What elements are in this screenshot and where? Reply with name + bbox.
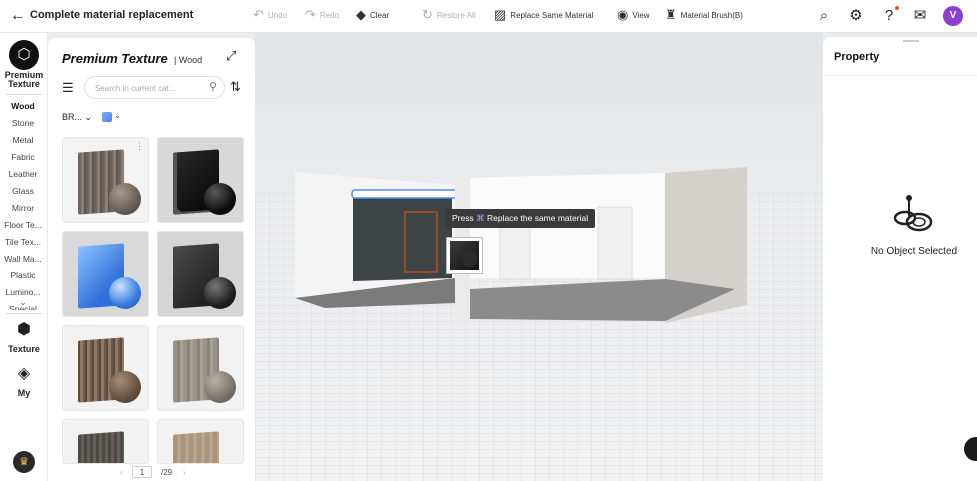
texture-panel: Premium Texture | Wood ⤢ ☰ ⚲ ⇅ BR... ⌄ ⌄…: [48, 38, 255, 481]
screenshot-icon[interactable]: ⌕: [815, 7, 833, 25]
view-button[interactable]: ◉ View: [617, 7, 650, 22]
eye-icon: ◉: [617, 7, 629, 22]
3d-viewport[interactable]: Press ⌘ Replace the same material: [255, 33, 823, 481]
dragged-material-thumbnail[interactable]: [446, 237, 483, 274]
restore-icon: ↻: [422, 7, 433, 22]
next-page-icon[interactable]: ›: [183, 468, 186, 477]
redo-button[interactable]: ↷ Redo: [305, 7, 339, 22]
mail-icon[interactable]: ✉: [911, 7, 929, 25]
texture-thumbnail-striped-brown-wood[interactable]: [62, 325, 149, 411]
rail-divider: [6, 94, 42, 95]
texture-thumbnail-blue-glossy[interactable]: [62, 231, 149, 317]
rail-divider: [6, 313, 42, 314]
material-brush-button[interactable]: ♜ Material Brush(B): [665, 7, 743, 22]
expand-icon[interactable]: ⤢: [226, 48, 236, 64]
tree-list-icon[interactable]: ☰: [62, 80, 74, 96]
category-luminous[interactable]: Lumino...: [0, 287, 46, 297]
search-box[interactable]: ⚲: [84, 76, 225, 99]
texture-thumbnail-dark-grey-glossy[interactable]: [157, 231, 244, 317]
property-divider: [823, 75, 977, 76]
panel-title: Premium Texture: [62, 51, 168, 66]
property-panel: Property No Object Selected: [823, 37, 977, 481]
category-leather[interactable]: Leather: [0, 169, 46, 179]
texture-cube-icon[interactable]: ⬢: [14, 321, 34, 339]
empty-selection-icon: [893, 195, 933, 232]
category-plastic[interactable]: Plastic: [0, 270, 46, 280]
restore-all-button[interactable]: ↻ Restore All: [422, 7, 476, 22]
black-glossy-swatch: [450, 241, 479, 270]
redo-icon: ↷: [305, 7, 316, 22]
undo-button[interactable]: ↶ Undo: [253, 7, 287, 22]
category-stone[interactable]: Stone: [0, 118, 46, 128]
notification-dot: [895, 6, 899, 10]
texture-thumbnail-light-grey-wood[interactable]: [157, 325, 244, 411]
panel-subtitle: | Wood: [174, 55, 203, 65]
room-scene[interactable]: [255, 33, 823, 481]
category-wall-material[interactable]: Wall Ma...: [0, 254, 46, 264]
my-layers-icon[interactable]: ◈: [14, 365, 34, 383]
category-fabric[interactable]: Fabric: [0, 152, 46, 162]
texture-tab-label[interactable]: Texture: [0, 344, 48, 354]
texture-thumbnail-light-tan-wood[interactable]: [157, 419, 244, 464]
category-glass[interactable]: Glass: [0, 186, 46, 196]
replace-tooltip: Press ⌘ Replace the same material: [445, 209, 596, 228]
eraser-icon: ◆: [356, 7, 366, 22]
search-icon[interactable]: ⚲: [209, 80, 217, 93]
collapse-chevron-icon[interactable]: ⌄: [0, 297, 46, 308]
top-bar: ← Complete material replacement ↶ Undo ↷ R…: [0, 0, 977, 33]
chevron-down-icon: ⌄: [84, 112, 93, 122]
category-wood[interactable]: Wood: [0, 101, 46, 111]
drag-handle[interactable]: [903, 40, 919, 42]
category-metal[interactable]: Metal: [0, 135, 46, 145]
back-arrow-icon[interactable]: ←: [10, 8, 26, 24]
replace-same-material-button[interactable]: ▨ Replace Same Material: [494, 7, 593, 22]
clear-button[interactable]: ◆ Clear: [356, 7, 389, 22]
brush-icon: ♜: [665, 7, 677, 22]
settings-gear-icon[interactable]: ⚙: [847, 7, 865, 25]
property-title: Property: [834, 51, 880, 63]
search-input[interactable]: [95, 81, 205, 95]
category-floor-texture[interactable]: Floor Te...: [0, 220, 46, 230]
crown-icon[interactable]: ♛: [13, 451, 35, 473]
total-pages: /29: [161, 468, 173, 477]
category-mirror[interactable]: Mirror: [0, 203, 46, 213]
texture-thumbnail-black-glossy[interactable]: [157, 137, 244, 223]
user-avatar[interactable]: V: [943, 6, 963, 26]
my-tab-label[interactable]: My: [0, 388, 48, 398]
page-number-input[interactable]: 1: [132, 466, 152, 478]
texture-thumbnail-weathered-grey-wood[interactable]: ⋮: [62, 137, 149, 223]
chevron-down-icon: ⌄: [114, 111, 121, 120]
category-rail: ⬡ Premium Texture Wood Stone Metal Fabri…: [0, 33, 48, 481]
pagination: ‹ 1 /29 ›: [48, 466, 255, 480]
undo-icon: ↶: [253, 7, 264, 22]
category-tile-texture[interactable]: Tile Tex...: [0, 237, 46, 247]
color-filter-dropdown[interactable]: ⌄: [102, 111, 122, 123]
sort-icon[interactable]: ⇅: [230, 79, 241, 95]
command-key-icon: ⌘: [476, 213, 485, 223]
no-object-selected-text: No Object Selected: [870, 246, 958, 257]
previous-page-icon[interactable]: ‹: [120, 468, 123, 477]
brand-filter-dropdown[interactable]: BR... ⌄: [62, 112, 92, 123]
premium-texture-logo-icon[interactable]: ⬡: [9, 40, 39, 70]
inner-door-right[interactable]: [597, 206, 633, 280]
replace-icon: ▨: [494, 7, 507, 22]
rail-title: Premium Texture: [4, 70, 44, 89]
texture-thumbnail-dark-wood-planks[interactable]: [62, 419, 149, 464]
more-options-icon[interactable]: ⋮: [135, 141, 144, 152]
color-swatch: [102, 112, 112, 122]
page-title: Complete material replacement: [30, 9, 194, 21]
